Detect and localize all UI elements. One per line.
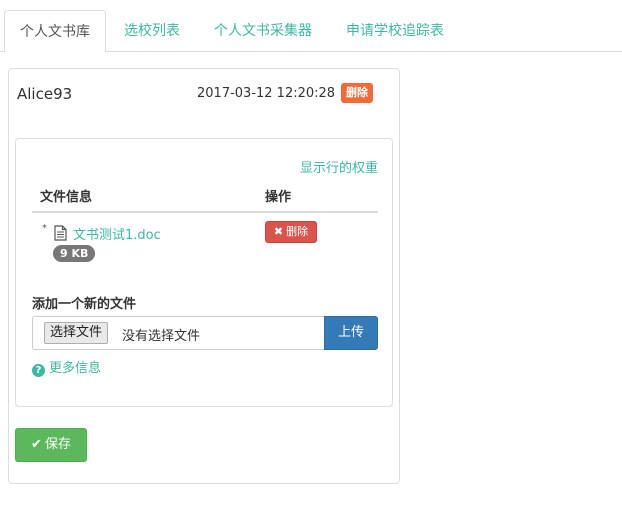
- tab-personal-document-library[interactable]: 个人文书库: [4, 10, 106, 53]
- more-info-link[interactable]: ? 更多信息: [32, 357, 101, 377]
- delete-record-badge[interactable]: 删除: [341, 83, 373, 103]
- tab-school-selection-list[interactable]: 选校列表: [110, 10, 194, 52]
- file-input[interactable]: 选择文件 没有选择文件: [32, 316, 325, 350]
- record-panel: Alice93 2017-03-12 12:20:28 删除 显示行的权重 文件…: [8, 68, 400, 484]
- file-name-link[interactable]: 文书测试1.doc: [73, 224, 161, 243]
- add-new-file-label: 添加一个新的文件: [32, 297, 137, 312]
- row-bullet: *: [42, 223, 47, 234]
- file-size-badge: 9 KB: [53, 245, 96, 262]
- close-icon: ✖: [273, 225, 284, 238]
- file-upload-group: 选择文件 没有选择文件 上传: [32, 316, 378, 350]
- question-circle-icon: ?: [32, 364, 45, 377]
- tab-bar: 个人文书库 选校列表 个人文书采集器 申请学校追踪表: [0, 10, 622, 53]
- tab-personal-document-collector[interactable]: 个人文书采集器: [198, 10, 328, 52]
- save-label: 保存: [44, 437, 71, 452]
- delete-file-label: 删除: [286, 225, 309, 238]
- record-datetime: 2017-03-12 12:20:28: [197, 86, 336, 101]
- document-icon: [54, 225, 67, 241]
- show-row-weights-link[interactable]: 显示行的权重: [300, 157, 378, 176]
- choose-file-button[interactable]: 选择文件: [44, 322, 109, 344]
- column-header-file-info: 文件信息: [40, 190, 93, 205]
- header-divider: [32, 211, 378, 213]
- check-icon: ✔: [31, 437, 42, 452]
- files-panel: 显示行的权重 文件信息 操作 * 文书测试1.doc 9 KB ✖ 删除 添加一个…: [15, 138, 393, 407]
- column-header-actions: 操作: [265, 190, 292, 205]
- more-info-label: 更多信息: [49, 361, 102, 376]
- delete-file-button[interactable]: ✖ 删除: [265, 221, 317, 243]
- username: Alice93: [17, 85, 73, 103]
- no-file-selected-text: 没有选择文件: [122, 329, 201, 344]
- upload-button[interactable]: 上传: [324, 316, 378, 350]
- save-button[interactable]: ✔ 保存: [15, 428, 87, 462]
- tab-application-tracking-table[interactable]: 申请学校追踪表: [332, 10, 458, 52]
